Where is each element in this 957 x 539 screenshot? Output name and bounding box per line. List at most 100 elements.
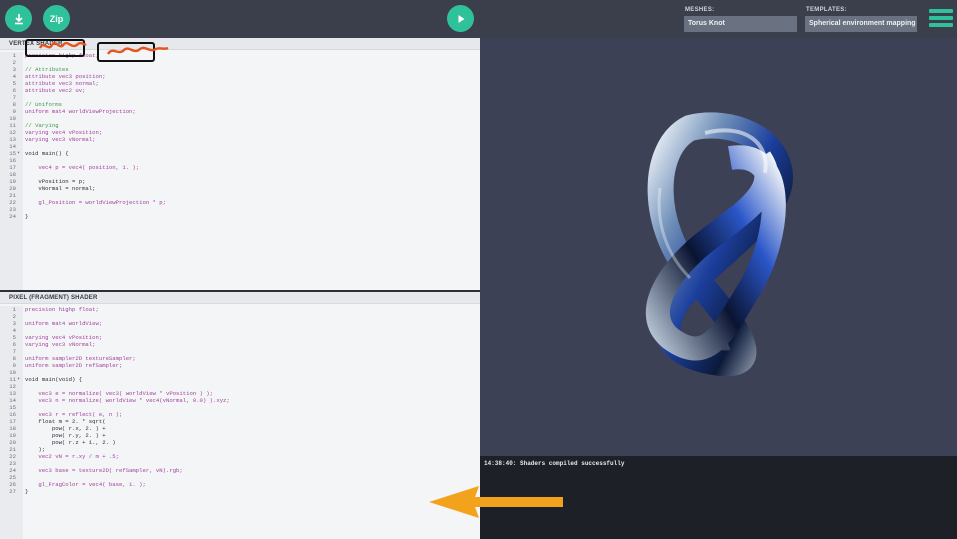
code-line[interactable]: 20 pow( r.z + 1., 2. ): [0, 439, 480, 446]
code-line[interactable]: 20 vNormal = normal;: [0, 185, 480, 192]
code-line[interactable]: 23: [0, 460, 480, 467]
templates-select[interactable]: Spherical environment mapping: [805, 16, 917, 32]
line-number: 10: [9, 115, 16, 122]
vertex-shader-editor[interactable]: VERTEX SHADER 1 precision highp float; 2 3/…: [0, 38, 480, 290]
code-line[interactable]: 9 uniform mat4 worldViewProjection;: [0, 108, 480, 115]
code-line[interactable]: 4: [0, 327, 480, 334]
code-line[interactable]: 3 uniform mat4 worldView;: [0, 320, 480, 327]
annotation-box: [97, 42, 155, 62]
fragment-shader-editor[interactable]: PIXEL (FRAGMENT) SHADER 1 precision highp…: [0, 290, 480, 539]
line-number: 12: [9, 129, 16, 136]
code-text: attribute vec2 uv;: [25, 87, 86, 94]
code-line[interactable]: 13 vec3 e = normalize( vec3( worldView *…: [0, 390, 480, 397]
code-line[interactable]: 16: [0, 157, 480, 164]
code-line[interactable]: 10: [0, 115, 480, 122]
code-line[interactable]: 12 varying vec4 vPosition;: [0, 129, 480, 136]
code-text: vNormal = normal;: [25, 185, 96, 192]
zip-label: Zip: [49, 13, 64, 24]
code-text: attribute vec3 normal;: [25, 80, 99, 87]
code-line[interactable]: 21: [0, 192, 480, 199]
meshes-select[interactable]: Torus Knot: [684, 16, 797, 32]
code-line[interactable]: 6 varying vec3 vNormal;: [0, 341, 480, 348]
code-line[interactable]: 8 // Uniforms: [0, 101, 480, 108]
code-line[interactable]: 9 uniform sampler2D refSampler;: [0, 362, 480, 369]
line-number: 1: [12, 52, 16, 59]
code-line[interactable]: 21 );: [0, 446, 480, 453]
line-number: 24: [9, 213, 16, 220]
code-line[interactable]: 5 varying vec4 vPosition;: [0, 334, 480, 341]
run-button[interactable]: [447, 5, 474, 32]
code-line[interactable]: 19 vPosition = p;: [0, 178, 480, 185]
code-line[interactable]: 1 precision highp float;: [0, 306, 480, 313]
code-line[interactable]: 17 vec4 p = vec4( position, 1. );: [0, 164, 480, 171]
code-line[interactable]: 6 attribute vec2 uv;: [0, 87, 480, 94]
vertex-code-lines[interactable]: 1 precision highp float; 2 3// Attributes 4 a…: [0, 52, 480, 220]
code-line[interactable]: 25: [0, 474, 480, 481]
line-number: 10: [9, 369, 16, 376]
code-line[interactable]: 2: [0, 313, 480, 320]
torus-knot-render: [645, 112, 793, 377]
code-line[interactable]: 7: [0, 94, 480, 101]
code-line[interactable]: 8 uniform sampler2D textureSampler;: [0, 355, 480, 362]
code-line[interactable]: 10: [0, 369, 480, 376]
line-number: 7: [12, 348, 16, 355]
line-number: 21: [9, 192, 16, 199]
code-line[interactable]: 2: [0, 59, 480, 66]
code-text: pow( r.x, 2. ) +: [25, 425, 106, 432]
download-button[interactable]: [5, 5, 32, 32]
line-number: 27: [9, 488, 16, 495]
render-viewport[interactable]: [480, 38, 957, 456]
line-number: 5: [12, 334, 16, 341]
fragment-code-lines[interactable]: 1 precision highp float; 2 3 uniform mat4 wo…: [0, 306, 480, 495]
code-line[interactable]: 3 // Attributes: [0, 66, 480, 73]
code-line[interactable]: 19 pow( r.y, 2. ) +: [0, 432, 480, 439]
fragment-code-area[interactable]: 1 precision highp float; 2 3 uniform mat4 wo…: [0, 306, 480, 539]
code-line[interactable]: 26 gl_FragColor = vec4( base, 1. );: [0, 481, 480, 488]
code-line[interactable]: 17 float m = 2. * sqrt(: [0, 418, 480, 425]
code-line[interactable]: 13 varying vec3 vNormal;: [0, 136, 480, 143]
code-line[interactable]: 14 vec3 n = normalize( worldView * vec4(…: [0, 397, 480, 404]
code-line[interactable]: 18 pow( r.x, 2. ) +: [0, 425, 480, 432]
zip-button[interactable]: Zip: [43, 5, 70, 32]
fold-arrow-icon[interactable]: ▾: [17, 376, 20, 383]
code-line[interactable]: 14: [0, 143, 480, 150]
code-line[interactable]: 7: [0, 348, 480, 355]
console-message: 14:38:40: Shaders compiled successfully: [484, 460, 625, 467]
code-line[interactable]: 23: [0, 206, 480, 213]
code-text: vec2 vN = r.xy / m + .5;: [25, 453, 119, 460]
line-number: 14: [9, 143, 16, 150]
code-line[interactable]: 5 attribute vec3 normal;: [0, 80, 480, 87]
line-number: 22: [9, 453, 16, 460]
code-text: vec3 base = texture2D( refSampler, vN).r…: [25, 467, 183, 474]
code-line[interactable]: 4 attribute vec3 position;: [0, 73, 480, 80]
code-line[interactable]: 15: [0, 404, 480, 411]
code-line[interactable]: 15 ▾ void main() {: [0, 150, 480, 157]
code-line[interactable]: 18: [0, 171, 480, 178]
code-line[interactable]: 27}: [0, 488, 480, 495]
code-line[interactable]: 24 vec3 base = texture2D( refSampler, vN…: [0, 467, 480, 474]
code-text: pow( r.z + 1., 2. ): [25, 439, 116, 446]
line-number: 11: [9, 122, 16, 129]
hamburger-icon[interactable]: [929, 9, 953, 31]
code-line[interactable]: 12: [0, 383, 480, 390]
line-number: 22: [9, 199, 16, 206]
code-line[interactable]: 11 ▾ void main(void) {: [0, 376, 480, 383]
code-text: varying vec3 vNormal;: [25, 136, 96, 143]
templates-label: TEMPLATES:: [806, 7, 847, 13]
code-text: vec3 n = normalize( worldView * vec4(vNo…: [25, 397, 230, 404]
code-line[interactable]: 22 gl_Position = worldViewProjection * p…: [0, 199, 480, 206]
line-number: 5: [12, 80, 16, 87]
fold-arrow-icon[interactable]: ▾: [17, 150, 20, 157]
code-line[interactable]: 16 vec3 r = reflect( e, n );: [0, 411, 480, 418]
vertex-code-area[interactable]: 1 precision highp float; 2 3// Attributes 4 a…: [0, 52, 480, 290]
code-line[interactable]: 22 vec2 vN = r.xy / m + .5;: [0, 453, 480, 460]
line-number: 4: [12, 73, 16, 80]
code-line[interactable]: 11 // Varying: [0, 122, 480, 129]
code-line[interactable]: 24}: [0, 213, 480, 220]
line-number: 4: [12, 327, 16, 334]
line-number: 18: [9, 171, 16, 178]
meshes-label: MESHES:: [685, 7, 715, 13]
code-text: gl_FragColor = vec4( base, 1. );: [25, 481, 146, 488]
line-number: 3: [12, 320, 16, 327]
code-text: vec3 e = normalize( vec3( worldView * vP…: [25, 390, 213, 397]
